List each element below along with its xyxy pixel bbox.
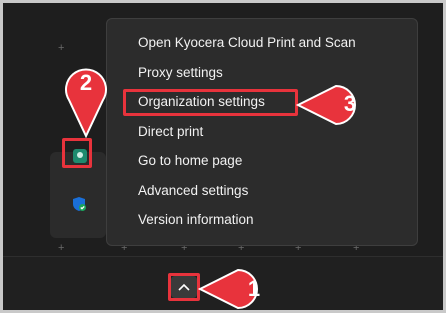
menu-item-advanced-settings[interactable]: Advanced settings xyxy=(138,180,248,202)
callout-step-2-label: 2 xyxy=(79,70,93,95)
menu-item-proxy-settings[interactable]: Proxy settings xyxy=(138,62,223,84)
shield-icon xyxy=(73,197,86,211)
callout-step-3-label: 3 xyxy=(343,91,357,116)
menu-item-go-to-home-page[interactable]: Go to home page xyxy=(138,150,242,172)
grid-marker: + xyxy=(58,42,65,54)
chevron-highlight xyxy=(168,273,200,301)
grid-marker: + xyxy=(58,242,65,254)
menu-item-version-information[interactable]: Version information xyxy=(138,209,254,231)
menu-item-open-kyocera[interactable]: Open Kyocera Cloud Print and Scan xyxy=(138,32,356,54)
menu-item-direct-print[interactable]: Direct print xyxy=(138,121,203,143)
organization-settings-highlight xyxy=(123,89,298,116)
windows-security-icon[interactable] xyxy=(68,193,90,215)
callout-step-1-label: 1 xyxy=(247,276,261,301)
kyocera-icon-highlight xyxy=(62,138,92,168)
